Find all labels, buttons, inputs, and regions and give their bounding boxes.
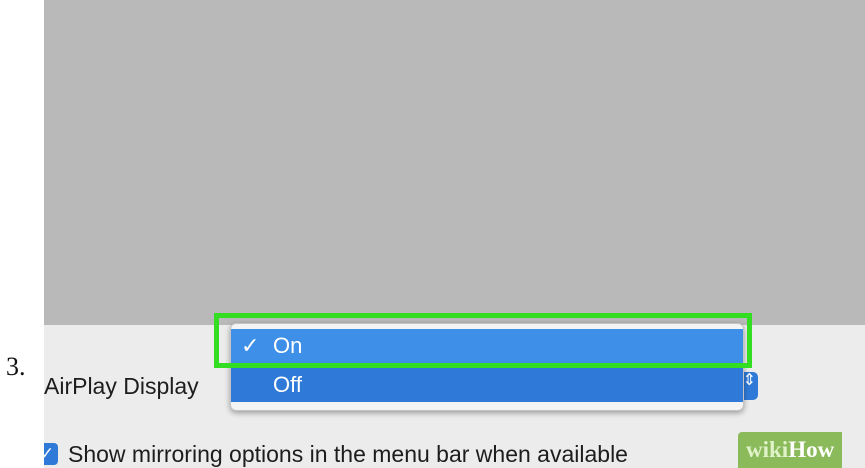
display-preview-area (44, 0, 865, 325)
menu-item-off[interactable]: Off (231, 368, 743, 402)
airplay-display-label: AirPlay Display (44, 373, 199, 399)
watermark-how-text: How (788, 437, 835, 462)
watermark-wiki-text: wiki (746, 437, 789, 462)
highlight-annotation-box (214, 313, 752, 368)
menu-item-off-label: Off (273, 372, 302, 397)
mirroring-options-label: Show mirroring options in the menu bar w… (68, 441, 628, 467)
display-preferences-screenshot: AirPlay Display ⇕ ✓ On Off ✓ Show mirror… (44, 0, 865, 468)
step-number: 3. (6, 352, 26, 381)
checkbox-checked-icon[interactable]: ✓ (44, 443, 58, 465)
popup-stepper-icon: ⇕ (742, 372, 756, 389)
tutorial-step: 3. AirPlay Display ⇕ ✓ On Off ✓ Show mir… (0, 0, 865, 468)
wikihow-watermark: wikiHow (738, 432, 843, 468)
